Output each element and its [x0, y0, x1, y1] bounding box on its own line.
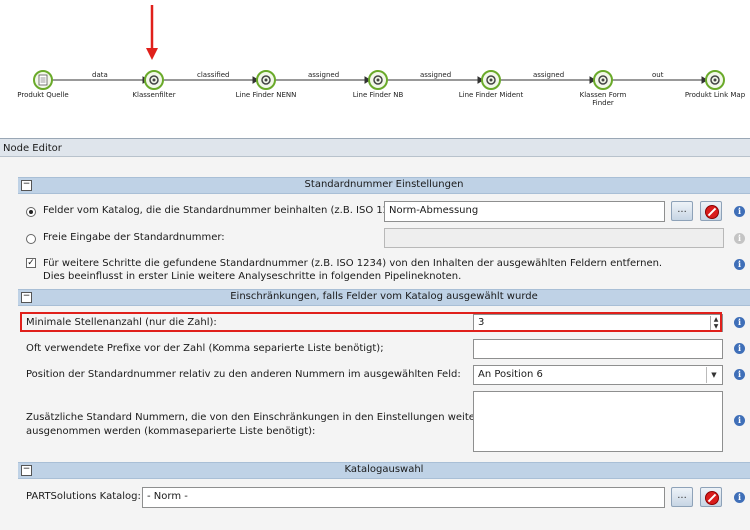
checkbox-label-line1: Für weitere Schritte die gefundene Stand… [43, 258, 663, 269]
gear-node-icon [593, 70, 613, 90]
extra-numbers-textarea[interactable] [473, 391, 723, 452]
highlight-box [20, 312, 722, 332]
info-icon[interactable]: i [734, 233, 745, 244]
edge-label: classified [197, 71, 230, 79]
checkbox-label-line2: Dies beeinflusst in erster Linie weitere… [43, 271, 462, 282]
info-icon[interactable]: i [734, 343, 745, 354]
node-label: Produkt Link Map [684, 91, 746, 99]
node-label: Klassenfilter [132, 91, 176, 99]
node-label: Line Finder NENN [235, 91, 297, 99]
edge-label: data [92, 71, 108, 79]
checkbox-remove-standardnumber[interactable]: ✓ [26, 258, 36, 268]
edge-label: assigned [308, 71, 340, 79]
edge-label: out [652, 71, 664, 79]
chevron-down-icon[interactable]: ▼ [706, 367, 721, 383]
position-label: Position der Standardnummer relativ zu d… [26, 369, 461, 380]
extra-numbers-label-line2: ausgenommen werden (kommaseparierte List… [26, 426, 316, 437]
clear-button[interactable] [700, 201, 722, 221]
prefixes-label: Oft verwendete Prefixe vor der Zahl (Kom… [26, 343, 384, 354]
info-icon[interactable]: i [734, 259, 745, 270]
document-node-icon [33, 70, 53, 90]
node-klassen-form-finder[interactable] [593, 70, 613, 93]
radio-free-input[interactable] [26, 234, 36, 244]
red-arrow-icon [146, 5, 158, 60]
node-produkt-quelle[interactable] [33, 70, 53, 93]
prefixes-input[interactable] [473, 339, 723, 359]
node-produkt-link-map[interactable] [705, 70, 725, 93]
gear-node-icon [705, 70, 725, 90]
section-katalogauswahl[interactable]: − Katalogauswahl [18, 462, 750, 479]
extra-numbers-label-line1: Zusätzliche Standard Nummern, die von de… [26, 412, 508, 423]
edge-label: assigned [420, 71, 452, 79]
catalog-fields-input[interactable]: Norm-Abmessung [384, 201, 665, 222]
info-icon[interactable]: i [734, 415, 745, 426]
gear-node-icon [256, 70, 276, 90]
edge-label: assigned [533, 71, 565, 79]
browse-button[interactable]: ... [671, 201, 693, 221]
stop-icon [705, 491, 719, 505]
section-title: Standardnummer Einstellungen [304, 179, 464, 190]
radio-free-input-label: Freie Eingabe der Standardnummer: [43, 232, 225, 243]
node-line-finder-mident[interactable] [481, 70, 501, 93]
section-title: Katalogauswahl [344, 464, 424, 475]
catalog-label: PARTSolutions Katalog: [26, 491, 141, 502]
node-line-finder-nenn[interactable] [256, 70, 276, 93]
gear-node-icon [144, 70, 164, 90]
gear-node-icon [481, 70, 501, 90]
gear-node-icon [368, 70, 388, 90]
stop-icon [705, 205, 719, 219]
node-editor-title: Node Editor [0, 138, 750, 157]
info-icon[interactable]: i [734, 317, 745, 328]
radio-catalog-fields[interactable] [26, 207, 36, 217]
catalog-input[interactable]: - Norm - [142, 487, 665, 508]
node-label: Line Finder Mident [458, 91, 524, 99]
info-icon[interactable]: i [734, 492, 745, 503]
node-line-finder-nb[interactable] [368, 70, 388, 93]
radio-catalog-fields-label: Felder vom Katalog, die die Standardnumm… [43, 205, 406, 216]
info-icon[interactable]: i [734, 369, 745, 380]
node-label: Line Finder NB [352, 91, 404, 99]
node-label: Produkt Quelle [17, 91, 69, 99]
section-einschraenkungen[interactable]: − Einschränkungen, falls Felder vom Kata… [18, 289, 750, 306]
section-title: Einschränkungen, falls Felder vom Katalo… [230, 291, 538, 302]
info-icon[interactable]: i [734, 206, 745, 217]
node-label: Klassen Form Finder [579, 91, 627, 107]
node-klassenfilter[interactable] [144, 70, 164, 93]
position-value: An Position 6 [478, 369, 543, 380]
position-select[interactable]: An Position 6 ▼ [473, 365, 723, 385]
catalog-clear-button[interactable] [700, 487, 722, 507]
section-standardnummer-einstellungen[interactable]: − Standardnummer Einstellungen [18, 177, 750, 194]
free-input-field[interactable] [384, 228, 724, 248]
catalog-browse-button[interactable]: ... [671, 487, 693, 507]
